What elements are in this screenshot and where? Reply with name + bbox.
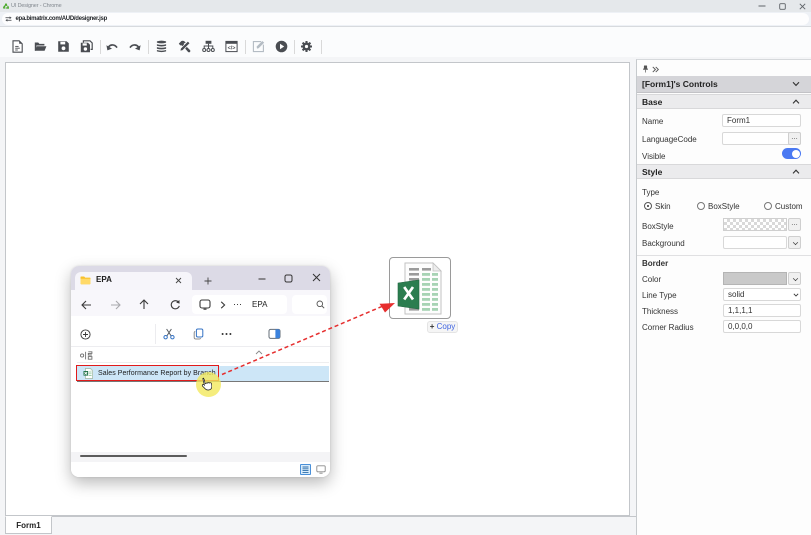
svg-text:</>: </>: [228, 46, 236, 52]
